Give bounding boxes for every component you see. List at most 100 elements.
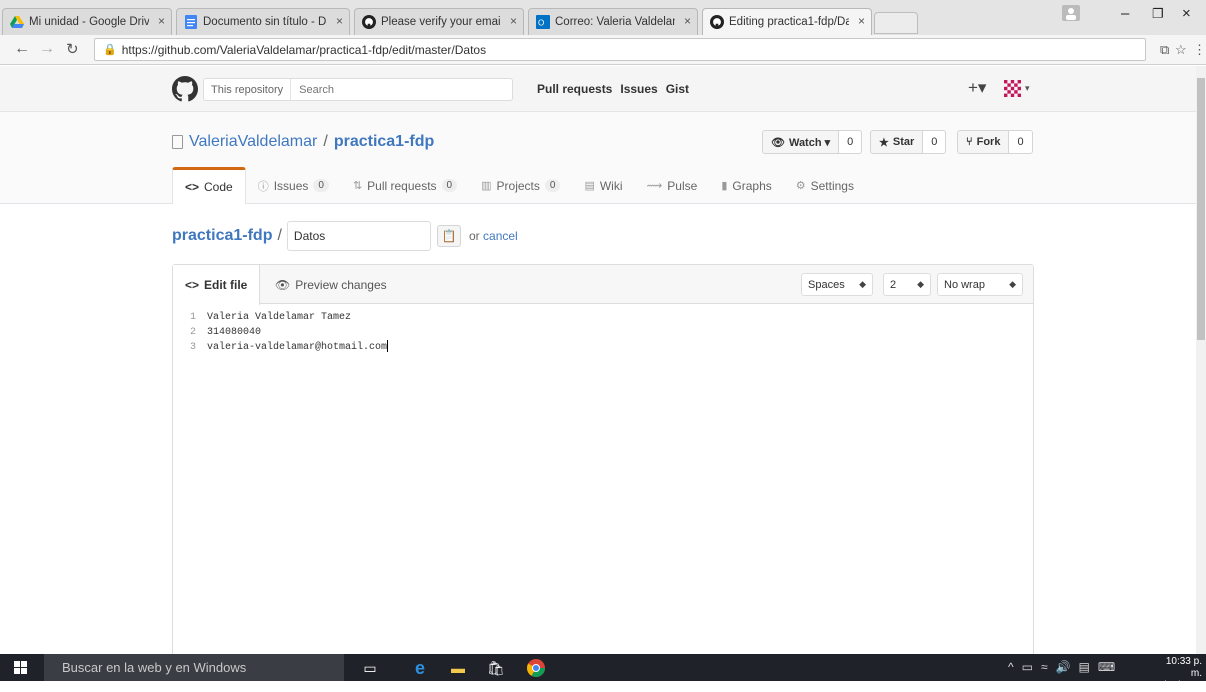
watch-count[interactable]: 0	[839, 130, 863, 154]
repo-icon	[172, 135, 183, 149]
tab-pull-requests[interactable]: ⇅ Pull requests 0	[341, 167, 469, 204]
browser-menu-icon[interactable]: ⋮	[1193, 42, 1206, 58]
header-nav-gist[interactable]: Gist	[666, 82, 689, 96]
restore-icon[interactable]: ❐	[1152, 6, 1164, 22]
header-nav-pull-requests[interactable]: Pull requests	[537, 82, 612, 96]
breadcrumb-repo-link[interactable]: practica1-fdp	[172, 227, 272, 245]
tab-settings[interactable]: ⚙ Settings	[784, 167, 866, 204]
github-icon	[710, 15, 724, 29]
close-tab-icon[interactable]: ×	[158, 14, 165, 28]
forward-arrow-icon[interactable]: →	[39, 40, 55, 58]
browser-tab-google-docs[interactable]: Documento sin título - D ×	[176, 8, 350, 35]
wrap-mode-select[interactable]: No wrap ◆	[937, 273, 1023, 296]
tab-edit-file[interactable]: <> Edit file	[173, 265, 261, 305]
tab-counter: 0	[441, 179, 458, 192]
address-bar[interactable]: 🔒 https://github.com/ValeriaValdelamar/p…	[94, 38, 1146, 61]
browser-tab-editing-datos[interactable]: Editing practica1-fdp/Da ×	[702, 8, 872, 35]
indent-mode-select[interactable]: Spaces ◆	[801, 273, 873, 296]
wifi-icon[interactable]: ≈	[1041, 660, 1048, 674]
taskbar-search-placeholder: Buscar en la web y en Windows	[62, 660, 247, 675]
fork-label: Fork	[976, 136, 1001, 148]
taskbar-search[interactable]: Buscar en la web y en Windows	[44, 654, 344, 681]
star-group: ★ Star 0	[870, 130, 947, 154]
repo-name-link[interactable]: practica1-fdp	[334, 133, 434, 151]
cancel-link[interactable]: cancel	[483, 229, 518, 243]
close-tab-icon[interactable]: ×	[684, 14, 691, 28]
close-tab-icon[interactable]: ×	[510, 14, 517, 28]
battery-icon[interactable]: ▭	[1022, 660, 1033, 674]
tab-wiki[interactable]: ▤ Wiki	[572, 167, 634, 204]
repo-owner-link[interactable]: ValeriaValdelamar	[189, 133, 317, 151]
browser-tab-verify-email[interactable]: Please verify your email a ×	[354, 8, 524, 35]
copy-path-button[interactable]: 📋	[437, 225, 461, 247]
filename-input[interactable]	[286, 221, 431, 251]
taskbar-clock[interactable]: 10:33 p. m. 01/02/2017	[1152, 656, 1202, 692]
fork-count[interactable]: 0	[1009, 130, 1033, 154]
keyboard-icon[interactable]: ⌨	[1098, 660, 1115, 674]
star-count[interactable]: 0	[923, 130, 947, 154]
tray-chevron-icon[interactable]: ^	[1008, 660, 1014, 674]
profile-icon[interactable]	[1062, 5, 1080, 21]
clock-time: 10:33 p. m.	[1165, 656, 1202, 679]
edge-icon[interactable]: e	[410, 658, 430, 678]
page-scrollbar[interactable]	[1196, 66, 1206, 654]
star-button[interactable]: ★ Star	[870, 130, 924, 154]
header-nav-issues[interactable]: Issues	[620, 82, 657, 96]
watch-button[interactable]: 👁 Watch ▾	[762, 130, 840, 154]
close-tab-icon[interactable]: ×	[336, 14, 343, 28]
code-area[interactable]: 1 Valeria Valdelamar Tamez 2 314080040 3…	[173, 304, 1033, 355]
fork-button[interactable]: ⑂ Fork	[957, 130, 1010, 154]
tab-graphs[interactable]: ▮ Graphs	[709, 167, 783, 204]
project-icon: ▥	[481, 180, 492, 192]
task-view-icon[interactable]: ▭	[360, 658, 380, 678]
search-scope-label: This repository	[204, 79, 292, 100]
eye-icon: 👁	[771, 136, 785, 149]
tab-pulse[interactable]: ⟿ Pulse	[635, 167, 710, 204]
svg-text:O: O	[538, 19, 544, 28]
file-explorer-icon[interactable]: ▬	[448, 658, 468, 678]
create-new-plus-icon[interactable]: +▾	[968, 78, 986, 98]
tab-issues[interactable]: ⓘ Issues 0	[246, 167, 341, 204]
volume-icon[interactable]: 🔊	[1056, 660, 1071, 674]
chrome-icon[interactable]	[526, 658, 546, 678]
reload-icon[interactable]: ↻	[66, 40, 79, 58]
line-content: valeria-valdelamar@hotmail.com	[207, 342, 388, 353]
tab-label: Wiki	[599, 178, 623, 193]
star-icon: ★	[879, 136, 889, 149]
clippy-icon: 📋	[441, 229, 457, 243]
book-icon: ▤	[584, 180, 595, 192]
minimize-icon[interactable]: –	[1121, 5, 1129, 22]
fork-group: ⑂ Fork 0	[957, 130, 1033, 154]
google-drive-icon	[10, 15, 24, 29]
indent-size-select[interactable]: 2 ◆	[883, 273, 931, 296]
search-input[interactable]	[297, 82, 498, 97]
browser-tab-outlook[interactable]: O Correo: Valeria Valdelam ×	[528, 8, 698, 35]
repo-search-box[interactable]: This repository	[203, 78, 513, 101]
scrollbar-thumb[interactable]	[1197, 78, 1205, 340]
github-logo-icon[interactable]	[172, 76, 198, 102]
tab-preview-changes[interactable]: 👁 Preview changes	[263, 265, 399, 304]
user-avatar[interactable]	[1004, 80, 1021, 97]
watch-group: 👁 Watch ▾ 0	[762, 130, 863, 154]
notifications-icon[interactable]: ▤	[1079, 660, 1090, 674]
browser-tab-google-drive[interactable]: Mi unidad - Google Drive ×	[2, 8, 172, 35]
edit-tab-label: Edit file	[204, 278, 248, 292]
tab-projects[interactable]: ▥ Projects 0	[469, 167, 572, 204]
github-icon	[362, 15, 376, 29]
breadcrumb: practica1-fdp /	[172, 221, 431, 251]
new-tab-button[interactable]	[874, 12, 918, 34]
tab-label: Graphs	[732, 178, 772, 193]
close-window-icon[interactable]: ×	[1182, 5, 1191, 22]
indent-size-value: 2	[890, 278, 897, 291]
bookmark-star-icon[interactable]: ☆	[1175, 42, 1187, 58]
avatar-caret-icon[interactable]: ▾	[1025, 83, 1030, 94]
close-tab-icon[interactable]: ×	[858, 14, 865, 28]
issue-opened-icon: ⓘ	[257, 180, 269, 193]
store-icon[interactable]: 🛍	[486, 658, 506, 678]
tab-label: Projects	[496, 178, 540, 193]
windows-start-icon[interactable]	[14, 661, 27, 674]
back-arrow-icon[interactable]: ←	[14, 40, 30, 58]
tab-code[interactable]: <> Code	[172, 167, 246, 204]
translate-icon[interactable]: ⧉	[1160, 42, 1169, 58]
code-icon: <>	[185, 180, 200, 194]
